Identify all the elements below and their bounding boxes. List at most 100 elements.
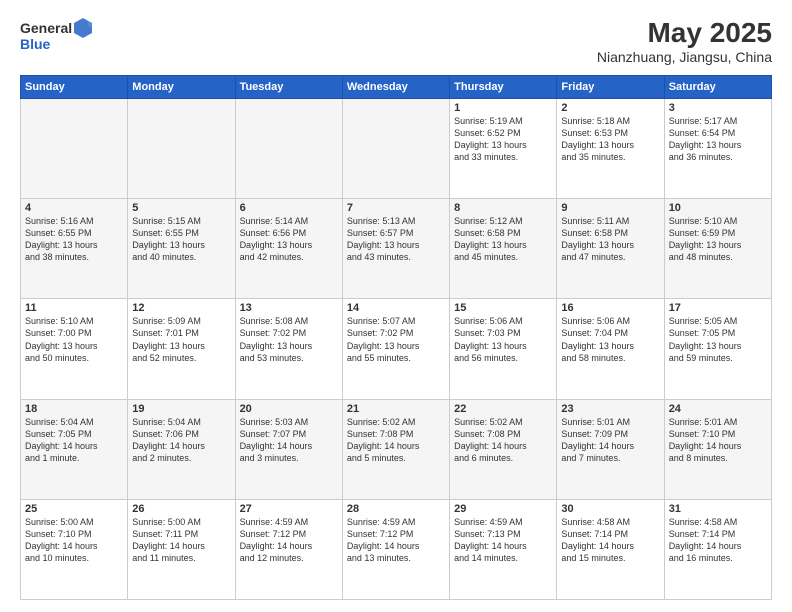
calendar-cell: 15Sunrise: 5:06 AM Sunset: 7:03 PM Dayli… (450, 299, 557, 399)
day-number: 24 (669, 403, 767, 415)
calendar-cell: 24Sunrise: 5:01 AM Sunset: 7:10 PM Dayli… (664, 399, 771, 499)
calendar-cell (235, 98, 342, 198)
calendar-cell: 20Sunrise: 5:03 AM Sunset: 7:07 PM Dayli… (235, 399, 342, 499)
day-info: Sunrise: 5:08 AM Sunset: 7:02 PM Dayligh… (240, 315, 338, 364)
calendar-cell: 31Sunrise: 4:58 AM Sunset: 7:14 PM Dayli… (664, 499, 771, 599)
day-number: 2 (561, 102, 659, 114)
day-number: 18 (25, 403, 123, 415)
calendar-cell: 30Sunrise: 4:58 AM Sunset: 7:14 PM Dayli… (557, 499, 664, 599)
calendar-cell: 6Sunrise: 5:14 AM Sunset: 6:56 PM Daylig… (235, 199, 342, 299)
col-header-sunday: Sunday (21, 75, 128, 98)
day-number: 6 (240, 202, 338, 214)
calendar-cell: 14Sunrise: 5:07 AM Sunset: 7:02 PM Dayli… (342, 299, 449, 399)
calendar-cell: 1Sunrise: 5:19 AM Sunset: 6:52 PM Daylig… (450, 98, 557, 198)
day-number: 23 (561, 403, 659, 415)
calendar-cell: 10Sunrise: 5:10 AM Sunset: 6:59 PM Dayli… (664, 199, 771, 299)
page: General Blue May 2025 Nianzhuang, Jiangs… (0, 0, 792, 612)
calendar-table: SundayMondayTuesdayWednesdayThursdayFrid… (20, 75, 772, 600)
col-header-saturday: Saturday (664, 75, 771, 98)
day-info: Sunrise: 4:58 AM Sunset: 7:14 PM Dayligh… (561, 516, 659, 565)
day-info: Sunrise: 5:00 AM Sunset: 7:11 PM Dayligh… (132, 516, 230, 565)
week-row-2: 4Sunrise: 5:16 AM Sunset: 6:55 PM Daylig… (21, 199, 772, 299)
day-info: Sunrise: 5:02 AM Sunset: 7:08 PM Dayligh… (347, 416, 445, 465)
calendar-cell: 4Sunrise: 5:16 AM Sunset: 6:55 PM Daylig… (21, 199, 128, 299)
location: Nianzhuang, Jiangsu, China (597, 49, 772, 65)
day-number: 14 (347, 302, 445, 314)
week-row-5: 25Sunrise: 5:00 AM Sunset: 7:10 PM Dayli… (21, 499, 772, 599)
calendar-cell: 12Sunrise: 5:09 AM Sunset: 7:01 PM Dayli… (128, 299, 235, 399)
calendar-cell: 9Sunrise: 5:11 AM Sunset: 6:58 PM Daylig… (557, 199, 664, 299)
day-number: 7 (347, 202, 445, 214)
col-header-thursday: Thursday (450, 75, 557, 98)
calendar-cell: 28Sunrise: 4:59 AM Sunset: 7:12 PM Dayli… (342, 499, 449, 599)
day-number: 13 (240, 302, 338, 314)
day-number: 30 (561, 503, 659, 515)
col-header-friday: Friday (557, 75, 664, 98)
col-header-monday: Monday (128, 75, 235, 98)
day-info: Sunrise: 5:09 AM Sunset: 7:01 PM Dayligh… (132, 315, 230, 364)
logo-blue: Blue (20, 36, 50, 52)
day-info: Sunrise: 5:01 AM Sunset: 7:10 PM Dayligh… (669, 416, 767, 465)
calendar-cell: 11Sunrise: 5:10 AM Sunset: 7:00 PM Dayli… (21, 299, 128, 399)
day-info: Sunrise: 5:11 AM Sunset: 6:58 PM Dayligh… (561, 215, 659, 264)
day-info: Sunrise: 5:06 AM Sunset: 7:04 PM Dayligh… (561, 315, 659, 364)
day-info: Sunrise: 5:12 AM Sunset: 6:58 PM Dayligh… (454, 215, 552, 264)
col-header-wednesday: Wednesday (342, 75, 449, 98)
day-number: 10 (669, 202, 767, 214)
day-info: Sunrise: 5:13 AM Sunset: 6:57 PM Dayligh… (347, 215, 445, 264)
day-info: Sunrise: 4:58 AM Sunset: 7:14 PM Dayligh… (669, 516, 767, 565)
day-number: 26 (132, 503, 230, 515)
calendar-cell (21, 98, 128, 198)
day-number: 4 (25, 202, 123, 214)
day-info: Sunrise: 5:16 AM Sunset: 6:55 PM Dayligh… (25, 215, 123, 264)
calendar-cell: 29Sunrise: 4:59 AM Sunset: 7:13 PM Dayli… (450, 499, 557, 599)
day-number: 29 (454, 503, 552, 515)
day-number: 9 (561, 202, 659, 214)
day-number: 21 (347, 403, 445, 415)
calendar-cell: 18Sunrise: 5:04 AM Sunset: 7:05 PM Dayli… (21, 399, 128, 499)
calendar-cell (128, 98, 235, 198)
day-info: Sunrise: 4:59 AM Sunset: 7:13 PM Dayligh… (454, 516, 552, 565)
calendar-cell: 7Sunrise: 5:13 AM Sunset: 6:57 PM Daylig… (342, 199, 449, 299)
day-info: Sunrise: 5:03 AM Sunset: 7:07 PM Dayligh… (240, 416, 338, 465)
calendar-cell (342, 98, 449, 198)
calendar-cell: 5Sunrise: 5:15 AM Sunset: 6:55 PM Daylig… (128, 199, 235, 299)
calendar-cell: 8Sunrise: 5:12 AM Sunset: 6:58 PM Daylig… (450, 199, 557, 299)
day-number: 1 (454, 102, 552, 114)
title-block: May 2025 Nianzhuang, Jiangsu, China (597, 18, 772, 65)
calendar-cell: 25Sunrise: 5:00 AM Sunset: 7:10 PM Dayli… (21, 499, 128, 599)
day-info: Sunrise: 5:06 AM Sunset: 7:03 PM Dayligh… (454, 315, 552, 364)
logo-general: General (20, 20, 72, 36)
day-number: 8 (454, 202, 552, 214)
day-info: Sunrise: 5:15 AM Sunset: 6:55 PM Dayligh… (132, 215, 230, 264)
day-info: Sunrise: 5:10 AM Sunset: 6:59 PM Dayligh… (669, 215, 767, 264)
day-info: Sunrise: 5:04 AM Sunset: 7:05 PM Dayligh… (25, 416, 123, 465)
day-info: Sunrise: 5:19 AM Sunset: 6:52 PM Dayligh… (454, 115, 552, 164)
day-info: Sunrise: 4:59 AM Sunset: 7:12 PM Dayligh… (347, 516, 445, 565)
day-number: 19 (132, 403, 230, 415)
day-info: Sunrise: 5:00 AM Sunset: 7:10 PM Dayligh… (25, 516, 123, 565)
day-info: Sunrise: 5:17 AM Sunset: 6:54 PM Dayligh… (669, 115, 767, 164)
calendar-cell: 21Sunrise: 5:02 AM Sunset: 7:08 PM Dayli… (342, 399, 449, 499)
calendar-cell: 26Sunrise: 5:00 AM Sunset: 7:11 PM Dayli… (128, 499, 235, 599)
day-number: 3 (669, 102, 767, 114)
calendar-cell: 19Sunrise: 5:04 AM Sunset: 7:06 PM Dayli… (128, 399, 235, 499)
day-number: 28 (347, 503, 445, 515)
logo: General Blue (20, 18, 92, 52)
day-info: Sunrise: 5:07 AM Sunset: 7:02 PM Dayligh… (347, 315, 445, 364)
day-info: Sunrise: 5:10 AM Sunset: 7:00 PM Dayligh… (25, 315, 123, 364)
day-number: 25 (25, 503, 123, 515)
day-info: Sunrise: 5:18 AM Sunset: 6:53 PM Dayligh… (561, 115, 659, 164)
day-number: 31 (669, 503, 767, 515)
day-info: Sunrise: 4:59 AM Sunset: 7:12 PM Dayligh… (240, 516, 338, 565)
calendar-cell: 2Sunrise: 5:18 AM Sunset: 6:53 PM Daylig… (557, 98, 664, 198)
calendar-cell: 17Sunrise: 5:05 AM Sunset: 7:05 PM Dayli… (664, 299, 771, 399)
calendar-cell: 27Sunrise: 4:59 AM Sunset: 7:12 PM Dayli… (235, 499, 342, 599)
day-number: 5 (132, 202, 230, 214)
day-number: 15 (454, 302, 552, 314)
calendar-cell: 22Sunrise: 5:02 AM Sunset: 7:08 PM Dayli… (450, 399, 557, 499)
col-header-tuesday: Tuesday (235, 75, 342, 98)
day-number: 20 (240, 403, 338, 415)
day-number: 22 (454, 403, 552, 415)
week-row-1: 1Sunrise: 5:19 AM Sunset: 6:52 PM Daylig… (21, 98, 772, 198)
